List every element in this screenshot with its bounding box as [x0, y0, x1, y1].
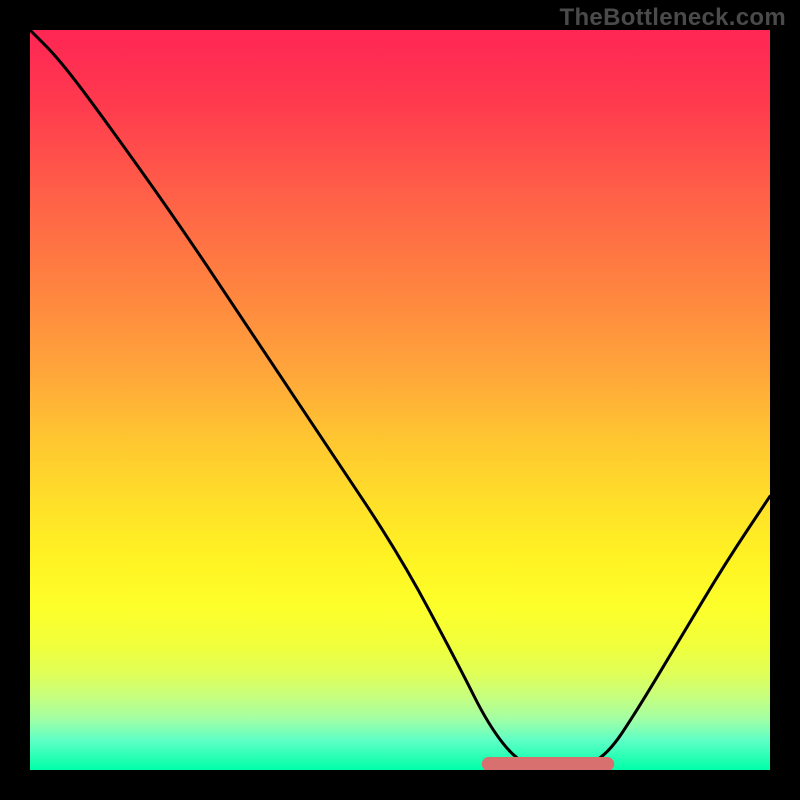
plot-svg: [30, 30, 770, 770]
bottleneck-curve: [30, 30, 770, 770]
chart-frame: TheBottleneck.com: [0, 0, 800, 800]
watermark-text: TheBottleneck.com: [560, 4, 786, 32]
plot-area: [30, 30, 770, 770]
